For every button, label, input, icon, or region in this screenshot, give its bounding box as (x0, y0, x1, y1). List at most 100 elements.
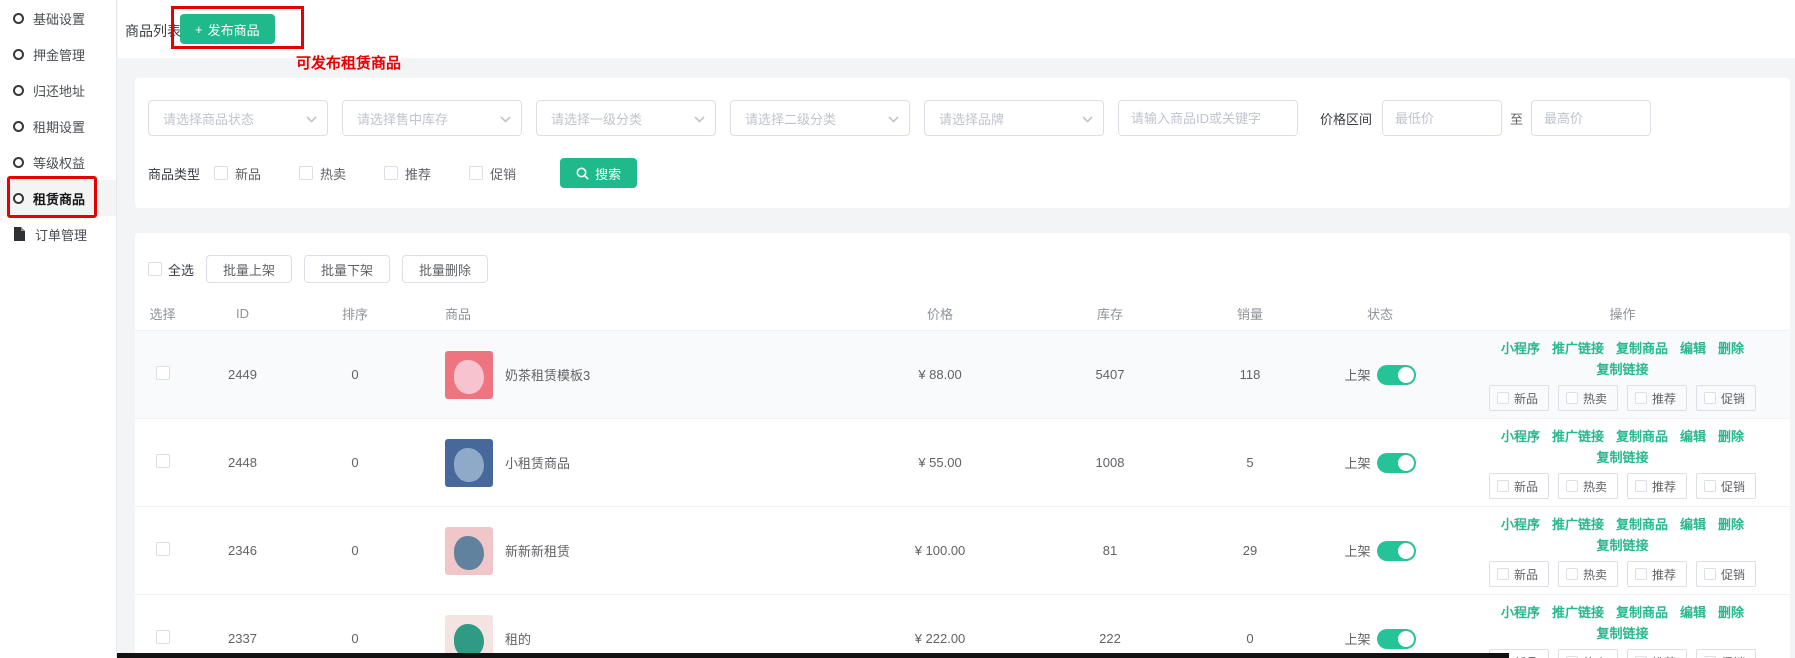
tag-promotion-checkbox[interactable]: 促销 (1696, 385, 1756, 411)
tag-new-checkbox[interactable]: 新品 (1489, 473, 1549, 499)
delete-link[interactable]: 删除 (1718, 514, 1744, 533)
type-checkbox-new[interactable]: 新品 (214, 164, 261, 183)
type-checkbox-hot[interactable]: 热卖 (299, 164, 346, 183)
promo-link-link[interactable]: 推广链接 (1552, 338, 1604, 357)
promo-link-link[interactable]: 推广链接 (1552, 602, 1604, 621)
copy-url-link[interactable]: 复制链接 (1596, 623, 1648, 642)
checkbox-icon[interactable] (1635, 392, 1647, 404)
row-checkbox[interactable] (156, 542, 170, 556)
product-name: 小租赁商品 (505, 453, 570, 472)
batch-off-shelf-button[interactable]: 批量下架 (304, 255, 390, 283)
promo-link-link[interactable]: 推广链接 (1552, 426, 1604, 445)
checkbox-icon[interactable] (1497, 480, 1509, 492)
select-all-label: 全选 (168, 260, 194, 279)
edit-link[interactable]: 编辑 (1680, 426, 1706, 445)
copy-url-link[interactable]: 复制链接 (1596, 359, 1648, 378)
publish-button-label: 发布商品 (208, 20, 260, 39)
checkbox-icon[interactable] (148, 262, 162, 276)
tag-promotion-checkbox[interactable]: 促销 (1696, 473, 1756, 499)
mini-program-link[interactable]: 小程序 (1501, 338, 1540, 357)
copy-url-link[interactable]: 复制链接 (1596, 447, 1648, 466)
edit-link[interactable]: 编辑 (1680, 602, 1706, 621)
sidebar-item-rental-goods[interactable]: 租赁商品 (0, 180, 116, 216)
tag-promotion-checkbox[interactable]: 促销 (1696, 649, 1756, 658)
copy-url-link[interactable]: 复制链接 (1596, 535, 1648, 554)
category2-select[interactable]: 请选择二级分类 (730, 100, 910, 136)
tag-hot-checkbox[interactable]: 热卖 (1558, 473, 1618, 499)
tag-hot-checkbox[interactable]: 热卖 (1558, 561, 1618, 587)
checkbox-icon[interactable] (469, 166, 483, 180)
checkbox-icon[interactable] (1497, 568, 1509, 580)
edit-link[interactable]: 编辑 (1680, 338, 1706, 357)
copy-product-link[interactable]: 复制商品 (1616, 338, 1668, 357)
tag-recommend-checkbox[interactable]: 推荐 (1627, 649, 1687, 658)
checkbox-icon[interactable] (1635, 480, 1647, 492)
tag-recommend-checkbox[interactable]: 推荐 (1627, 473, 1687, 499)
publish-product-button[interactable]: + 发布商品 (180, 14, 275, 44)
tag-label: 新品 (1514, 478, 1538, 495)
sidebar-item-rental-period[interactable]: 租期设置 (0, 108, 116, 144)
delete-link[interactable]: 删除 (1718, 602, 1744, 621)
sidebar-item-deposit-management[interactable]: 押金管理 (0, 36, 116, 72)
max-price-input[interactable] (1531, 100, 1651, 136)
tag-recommend-checkbox[interactable]: 推荐 (1627, 561, 1687, 587)
checkbox-icon[interactable] (1566, 480, 1578, 492)
stock-filter-select[interactable]: 请选择售中库存 (342, 100, 522, 136)
checkbox-icon[interactable] (1497, 392, 1509, 404)
sidebar-item-level-benefits[interactable]: 等级权益 (0, 144, 116, 180)
edit-link[interactable]: 编辑 (1680, 514, 1706, 533)
on-shelf-toggle[interactable] (1377, 453, 1416, 473)
delete-link[interactable]: 删除 (1718, 426, 1744, 445)
sidebar-item-basic-settings[interactable]: 基础设置 (0, 0, 116, 36)
copy-product-link[interactable]: 复制商品 (1616, 602, 1668, 621)
mini-program-link[interactable]: 小程序 (1501, 602, 1540, 621)
action-links: 小程序 推广链接 复制商品 编辑 删除 复制链接 (1473, 602, 1773, 642)
checkbox-icon[interactable] (299, 166, 313, 180)
tag-hot-checkbox[interactable]: 热卖 (1558, 385, 1618, 411)
tag-new-checkbox[interactable]: 新品 (1489, 385, 1549, 411)
checkbox-icon[interactable] (1566, 392, 1578, 404)
on-shelf-toggle[interactable] (1377, 629, 1416, 649)
delete-link[interactable]: 删除 (1718, 338, 1744, 357)
brand-select[interactable]: 请选择品牌 (924, 100, 1104, 136)
type-checkbox-promotion[interactable]: 促销 (469, 164, 516, 183)
on-shelf-toggle[interactable] (1377, 365, 1416, 385)
tag-promotion-checkbox[interactable]: 促销 (1696, 561, 1756, 587)
row-checkbox[interactable] (156, 454, 170, 468)
product-status-select[interactable]: 请选择商品状态 (148, 100, 328, 136)
promo-link-link[interactable]: 推广链接 (1552, 514, 1604, 533)
checkbox-icon[interactable] (1704, 568, 1716, 580)
select-all-checkbox[interactable]: 全选 (148, 260, 194, 279)
tag-hot-checkbox[interactable]: 热卖 (1558, 649, 1618, 658)
select-placeholder: 请选择一级分类 (551, 109, 642, 128)
table-row: 2448 0 小租赁商品 ¥ 55.00 1008 5 上架 小程序 推广链接 … (135, 418, 1790, 506)
checkbox-icon[interactable] (1635, 568, 1647, 580)
sidebar-item-return-address[interactable]: 归还地址 (0, 72, 116, 108)
tag-recommend-checkbox[interactable]: 推荐 (1627, 385, 1687, 411)
type-checkbox-recommend[interactable]: 推荐 (384, 164, 431, 183)
mini-program-link[interactable]: 小程序 (1501, 426, 1540, 445)
keyword-input[interactable] (1118, 100, 1298, 136)
checkbox-icon[interactable] (1566, 568, 1578, 580)
search-button[interactable]: 搜索 (560, 158, 637, 188)
on-shelf-toggle[interactable] (1377, 541, 1416, 561)
min-price-input[interactable] (1382, 100, 1502, 136)
batch-delete-button[interactable]: 批量删除 (402, 255, 488, 283)
checkbox-icon[interactable] (1704, 480, 1716, 492)
checkbox-icon[interactable] (1704, 392, 1716, 404)
copy-product-link[interactable]: 复制商品 (1616, 426, 1668, 445)
row-checkbox[interactable] (156, 366, 170, 380)
column-header: 操作 (1455, 304, 1790, 323)
checkbox-icon[interactable] (214, 166, 228, 180)
tag-new-checkbox[interactable]: 新品 (1489, 561, 1549, 587)
category1-select[interactable]: 请选择一级分类 (536, 100, 716, 136)
sidebar-item-order-management[interactable]: 订单管理 (0, 216, 116, 252)
mini-program-link[interactable]: 小程序 (1501, 514, 1540, 533)
row-select-cell (135, 454, 190, 471)
checkbox-icon[interactable] (384, 166, 398, 180)
document-icon (13, 227, 26, 241)
row-checkbox[interactable] (156, 630, 170, 644)
batch-on-shelf-button[interactable]: 批量上架 (206, 255, 292, 283)
chevron-down-icon (1082, 116, 1093, 123)
copy-product-link[interactable]: 复制商品 (1616, 514, 1668, 533)
